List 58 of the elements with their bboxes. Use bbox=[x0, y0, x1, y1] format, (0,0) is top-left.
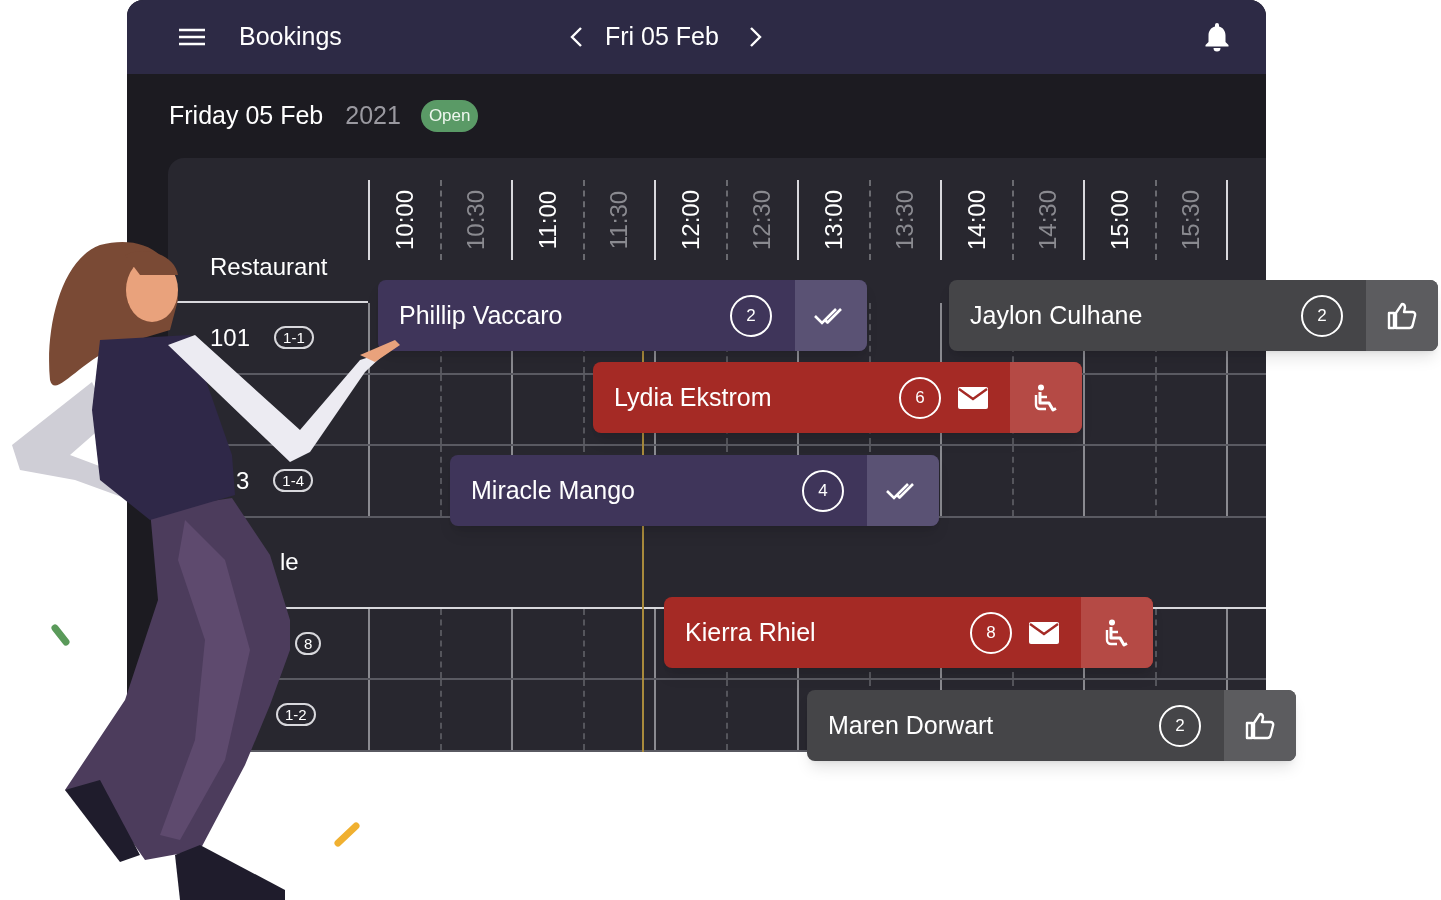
table-number: 3 bbox=[236, 465, 250, 496]
page-title: Bookings bbox=[239, 21, 343, 53]
time-label: 13:30 bbox=[890, 189, 920, 251]
status-action[interactable] bbox=[795, 280, 867, 351]
year-label: 2021 bbox=[345, 100, 401, 132]
status-action[interactable] bbox=[867, 455, 939, 526]
guest-count: 2 bbox=[1159, 704, 1201, 747]
guest-count: 2 bbox=[730, 294, 772, 337]
section-title: Restaurant bbox=[210, 251, 328, 282]
seats-badge: 1-1 bbox=[274, 326, 314, 350]
current-date: Fri 05 Feb bbox=[605, 21, 719, 53]
seats-badge: 8 bbox=[295, 631, 322, 655]
wheelchair-icon bbox=[1104, 618, 1130, 647]
status-action[interactable] bbox=[1081, 597, 1153, 668]
time-label: 15:00 bbox=[1104, 189, 1134, 251]
thumbs-up-icon bbox=[1387, 301, 1417, 330]
guest-name: Miracle Mango bbox=[471, 474, 636, 506]
time-label: 14:00 bbox=[961, 189, 991, 251]
guest-count: 8 bbox=[970, 611, 1012, 654]
booking-bar[interactable]: Miracle Mango 4 bbox=[450, 455, 939, 526]
guest-count: 6 bbox=[899, 376, 941, 419]
mail-icon bbox=[958, 386, 988, 409]
guest-name: Phillip Vaccaro bbox=[399, 299, 564, 331]
notification-bell-icon[interactable] bbox=[1204, 22, 1230, 52]
booking-bar[interactable]: Phillip Vaccaro 2 bbox=[378, 280, 867, 351]
guest-count: 2 bbox=[1301, 294, 1343, 337]
time-label: 11:30 bbox=[604, 190, 634, 250]
mail-icon bbox=[1029, 621, 1059, 644]
time-label: 13:00 bbox=[818, 189, 848, 251]
guest-count: 4 bbox=[802, 469, 844, 512]
time-label: 14:30 bbox=[1033, 189, 1063, 251]
guest-name: Kierra Rhiel bbox=[685, 616, 817, 648]
table-number: 101 bbox=[210, 322, 251, 353]
seats-badge: 1-2 bbox=[276, 703, 316, 727]
section-title: le bbox=[280, 547, 299, 577]
status-badge: Open bbox=[420, 100, 479, 132]
time-label: 12:30 bbox=[747, 189, 777, 251]
previous-day-icon[interactable] bbox=[569, 26, 585, 48]
time-label: 11:00 bbox=[532, 190, 562, 250]
time-label: 10:30 bbox=[461, 189, 491, 251]
time-label: 15:30 bbox=[1176, 189, 1206, 251]
time-label: 10:00 bbox=[389, 189, 419, 251]
time-label: 12:00 bbox=[675, 189, 705, 251]
status-action[interactable] bbox=[1224, 690, 1296, 761]
status-action[interactable] bbox=[1366, 280, 1438, 351]
thumbs-up-icon bbox=[1245, 711, 1275, 740]
status-action[interactable] bbox=[1010, 362, 1082, 433]
seats-badge: 1-4 bbox=[273, 469, 314, 493]
booking-bar[interactable]: Maren Dorwart 2 bbox=[807, 690, 1296, 761]
day-title: Friday 05 Feb bbox=[169, 100, 324, 132]
booking-bar[interactable]: Lydia Ekstrom 6 bbox=[593, 362, 1082, 433]
menu-icon[interactable] bbox=[178, 27, 206, 47]
guest-name: Maren Dorwart bbox=[828, 709, 995, 741]
booking-bar[interactable]: Kierra Rhiel 8 bbox=[664, 597, 1153, 668]
booking-bar[interactable]: Jaylon Culhane 2 bbox=[949, 280, 1438, 351]
guest-name: Lydia Ekstrom bbox=[614, 381, 773, 413]
wheelchair-icon bbox=[1033, 383, 1059, 412]
guest-name: Jaylon Culhane bbox=[970, 299, 1144, 331]
